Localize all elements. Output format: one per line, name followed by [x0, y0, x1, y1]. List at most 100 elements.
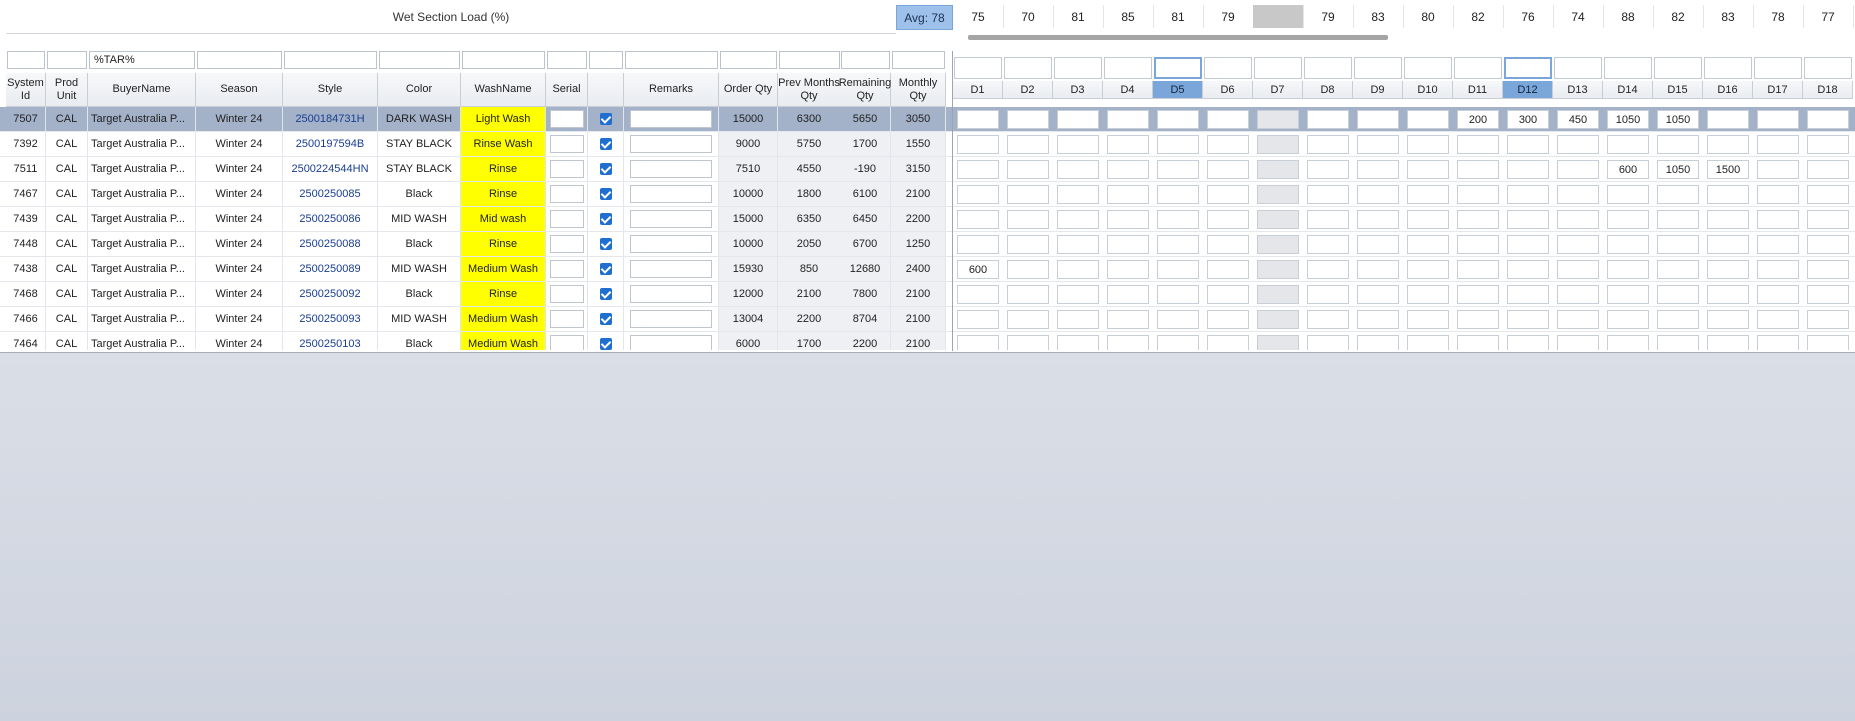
- include-checkbox[interactable]: [599, 263, 612, 275]
- serial-input[interactable]: [549, 310, 584, 328]
- remarks-input[interactable]: [630, 110, 712, 128]
- day-qty-input-d13[interactable]: 450: [1557, 110, 1599, 129]
- day-qty-input-d2[interactable]: [1007, 335, 1049, 350]
- day-qty-input-d16[interactable]: [1707, 135, 1749, 154]
- day-filter-d13[interactable]: [1554, 57, 1602, 79]
- day-qty-input-d5[interactable]: [1157, 160, 1199, 179]
- cell-serial[interactable]: [546, 332, 588, 350]
- day-qty-input-d13[interactable]: [1557, 160, 1599, 179]
- cell-check[interactable]: [588, 257, 624, 281]
- day-header-d12[interactable]: D12: [1503, 81, 1553, 99]
- cell-style-text[interactable]: 2500250089: [299, 263, 360, 275]
- cell-serial[interactable]: [546, 107, 588, 131]
- day-qty-input-d11[interactable]: [1457, 135, 1499, 154]
- remarks-input[interactable]: [630, 135, 712, 153]
- day-qty-input-d8[interactable]: [1307, 185, 1349, 204]
- day-qty-input-d4[interactable]: [1107, 285, 1149, 304]
- day-qty-input-d7[interactable]: [1257, 285, 1299, 304]
- day-qty-input-d18[interactable]: [1807, 210, 1849, 229]
- day-qty-input-d10[interactable]: [1407, 185, 1449, 204]
- cell-remarks[interactable]: [624, 132, 719, 156]
- day-qty-input-d3[interactable]: [1057, 160, 1099, 179]
- day-qty-input-d5[interactable]: [1157, 310, 1199, 329]
- day-qty-input-d4[interactable]: [1107, 135, 1149, 154]
- day-qty-input-d7[interactable]: [1257, 260, 1299, 279]
- day-qty-input-d16[interactable]: [1707, 210, 1749, 229]
- day-qty-input-d18[interactable]: [1807, 110, 1849, 129]
- day-qty-input-d2[interactable]: [1007, 160, 1049, 179]
- day-qty-input-d12[interactable]: [1507, 235, 1549, 254]
- day-qty-input-d6[interactable]: [1207, 160, 1249, 179]
- day-qty-input-d2[interactable]: [1007, 210, 1049, 229]
- day-qty-input-d9[interactable]: [1357, 335, 1399, 350]
- day-header-d6[interactable]: D6: [1203, 81, 1253, 99]
- day-header-d13[interactable]: D13: [1553, 81, 1603, 99]
- day-qty-input-d10[interactable]: [1407, 110, 1449, 129]
- day-qty-input-d5[interactable]: [1157, 260, 1199, 279]
- day-qty-input-d13[interactable]: [1557, 335, 1599, 350]
- day-header-d4[interactable]: D4: [1103, 81, 1153, 99]
- day-header-d8[interactable]: D8: [1303, 81, 1353, 99]
- remarks-input[interactable]: [630, 335, 712, 350]
- day-qty-input-d12[interactable]: [1507, 335, 1549, 350]
- cell-style[interactable]: 2500250092: [283, 282, 378, 306]
- day-qty-input-d17[interactable]: [1757, 210, 1799, 229]
- day-qty-input-d8[interactable]: [1307, 335, 1349, 350]
- day-header-d17[interactable]: D17: [1753, 81, 1803, 99]
- day-qty-input-d14[interactable]: 600: [1607, 160, 1649, 179]
- day-qty-input-d18[interactable]: [1807, 310, 1849, 329]
- day-qty-input-d2[interactable]: [1007, 110, 1049, 129]
- day-qty-input-d3[interactable]: [1057, 335, 1099, 350]
- day-qty-input-d15[interactable]: [1657, 310, 1699, 329]
- day-qty-input-d7[interactable]: [1257, 310, 1299, 329]
- cell-serial[interactable]: [546, 157, 588, 181]
- cell-check[interactable]: [588, 182, 624, 206]
- day-header-d7[interactable]: D7: [1253, 81, 1303, 99]
- table-row[interactable]: 7464 CAL Target Australia P... Winter 24 250…: [0, 332, 1855, 350]
- cell-remarks[interactable]: [624, 257, 719, 281]
- cell-style[interactable]: 2500250093: [283, 307, 378, 331]
- day-header-d1[interactable]: D1: [953, 81, 1003, 99]
- include-checkbox[interactable]: [599, 288, 612, 300]
- day-filter-d11[interactable]: [1454, 57, 1502, 79]
- day-qty-input-d1[interactable]: [957, 160, 999, 179]
- day-qty-input-d13[interactable]: [1557, 260, 1599, 279]
- day-filter-d3[interactable]: [1054, 57, 1102, 79]
- day-qty-input-d15[interactable]: [1657, 285, 1699, 304]
- remarks-input[interactable]: [630, 285, 712, 303]
- cell-remarks[interactable]: [624, 157, 719, 181]
- serial-input[interactable]: [549, 160, 584, 178]
- day-qty-input-d14[interactable]: [1607, 335, 1649, 350]
- cell-style-text[interactable]: 2500250093: [299, 313, 360, 325]
- day-qty-input-d17[interactable]: [1757, 135, 1799, 154]
- cell-check[interactable]: [588, 107, 624, 131]
- day-qty-input-d9[interactable]: [1357, 260, 1399, 279]
- day-qty-input-d17[interactable]: [1757, 285, 1799, 304]
- serial-input[interactable]: [549, 335, 584, 350]
- day-qty-input-d15[interactable]: [1657, 260, 1699, 279]
- day-qty-input-d4[interactable]: [1107, 260, 1149, 279]
- day-filter-d6[interactable]: [1204, 57, 1252, 79]
- day-qty-input-d16[interactable]: [1707, 285, 1749, 304]
- include-checkbox[interactable]: [599, 188, 612, 200]
- day-qty-input-d9[interactable]: [1357, 110, 1399, 129]
- day-qty-input-d13[interactable]: [1557, 185, 1599, 204]
- serial-input[interactable]: [549, 260, 584, 278]
- cell-check[interactable]: [588, 232, 624, 256]
- day-qty-input-d1[interactable]: [957, 285, 999, 304]
- day-qty-input-d14[interactable]: [1607, 260, 1649, 279]
- cell-style-text[interactable]: 2500250085: [299, 188, 360, 200]
- day-qty-input-d8[interactable]: [1307, 110, 1349, 129]
- day-qty-input-d17[interactable]: [1757, 310, 1799, 329]
- day-qty-input-d18[interactable]: [1807, 135, 1849, 154]
- day-qty-input-d12[interactable]: [1507, 310, 1549, 329]
- grid-splitter[interactable]: [952, 51, 953, 351]
- day-qty-input-d14[interactable]: [1607, 135, 1649, 154]
- day-qty-input-d12[interactable]: [1507, 210, 1549, 229]
- cell-style-text[interactable]: 2500250103: [299, 338, 360, 350]
- table-row[interactable]: 7507 CAL Target Australia P... Winter 24 250…: [0, 107, 1855, 132]
- day-qty-input-d12[interactable]: [1507, 135, 1549, 154]
- day-qty-input-d17[interactable]: [1757, 335, 1799, 350]
- cell-check[interactable]: [588, 132, 624, 156]
- day-filter-d8[interactable]: [1304, 57, 1352, 79]
